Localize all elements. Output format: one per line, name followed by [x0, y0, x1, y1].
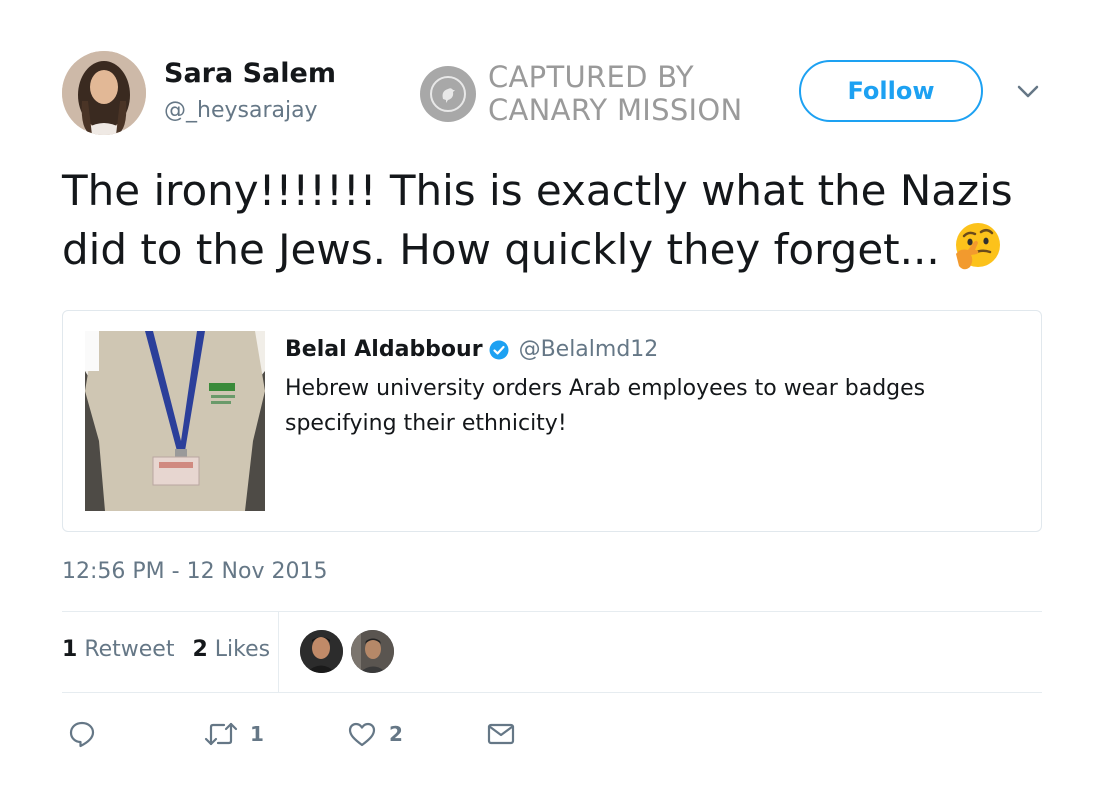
watermark-line1: CAPTURED BY	[488, 60, 694, 94]
watermark-line2: CANARY MISSION	[488, 93, 743, 127]
liker-avatar[interactable]	[351, 630, 394, 673]
retweets-count: 1	[62, 637, 78, 662]
quoted-tweet-image[interactable]	[85, 331, 265, 511]
retweet-icon	[204, 722, 238, 746]
tweet-stats: 1 Retweet 2 Likes	[62, 637, 270, 662]
like-count: 2	[389, 722, 403, 746]
author-name[interactable]: Sara Salem	[164, 58, 336, 89]
quoted-author-handle[interactable]: @Belalmd12	[519, 337, 659, 362]
quoted-tweet-card[interactable]: Belal Aldabbour @Belalmd12 Hebrew univer…	[62, 310, 1042, 532]
follow-button[interactable]: Follow	[799, 60, 983, 122]
reply-icon	[69, 721, 95, 748]
retweet-button[interactable]: 1	[204, 720, 264, 748]
reply-button[interactable]	[68, 720, 96, 748]
likes-count: 2	[192, 637, 208, 662]
likes-stat[interactable]: 2 Likes	[192, 637, 270, 662]
divider-bottom	[62, 692, 1042, 693]
quoted-tweet-text: Hebrew university orders Arab employees …	[285, 371, 985, 441]
thinking-face-emoji	[955, 223, 1000, 270]
retweets-label: Retweet	[84, 637, 175, 662]
verified-badge-icon	[489, 340, 509, 359]
canary-logo-icon	[420, 66, 476, 122]
tweet-line-2: did to the Jews. How quickly they forget…	[62, 225, 940, 274]
direct-message-button[interactable]	[486, 720, 516, 748]
divider-top	[62, 611, 1042, 612]
like-button[interactable]: 2	[347, 720, 403, 748]
author-avatar[interactable]	[62, 51, 146, 135]
tweet-text: The irony!!!!!!! This is exactly what th…	[62, 162, 1042, 279]
stats-separator	[278, 612, 279, 692]
quoted-line-2: specifying their ethnicity!	[285, 411, 567, 436]
envelope-icon	[487, 723, 515, 745]
heart-icon	[348, 722, 376, 747]
chevron-down-icon[interactable]	[1016, 83, 1040, 101]
tweet-timestamp[interactable]: 12:56 PM - 12 Nov 2015	[62, 559, 327, 584]
quoted-author-name[interactable]: Belal Aldabbour	[285, 337, 483, 362]
tweet-line-1: The irony!!!!!!! This is exactly what th…	[62, 166, 1013, 215]
canary-mission-watermark: CAPTURED BY CANARY MISSION	[420, 60, 743, 127]
liker-avatar[interactable]	[300, 630, 343, 673]
retweet-count: 1	[250, 722, 264, 746]
author-handle[interactable]: @_heysarajay	[164, 98, 318, 123]
quoted-line-1: Hebrew university orders Arab employees …	[285, 376, 926, 401]
likes-label: Likes	[214, 637, 271, 662]
retweets-stat[interactable]: 1 Retweet	[62, 637, 174, 662]
